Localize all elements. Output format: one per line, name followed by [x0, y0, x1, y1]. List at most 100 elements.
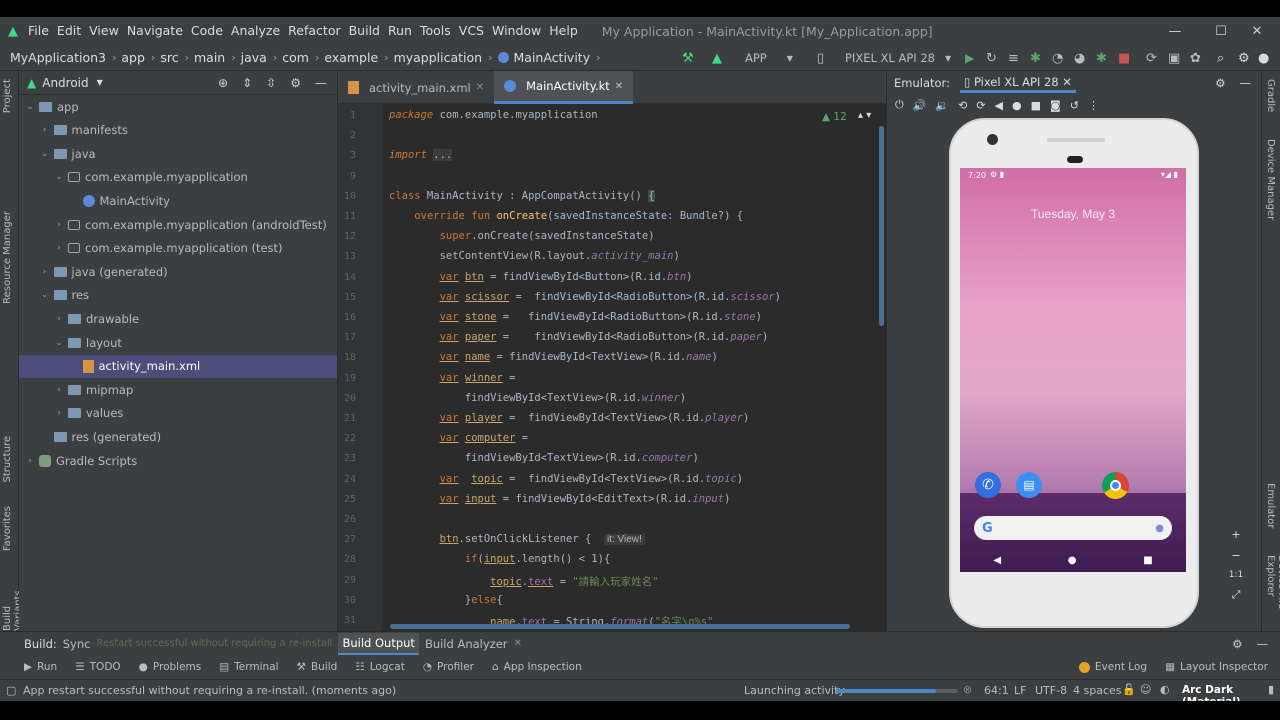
inspector-icon[interactable]: ☺: [1140, 683, 1151, 696]
tool-window-run[interactable]: ▶ Run: [24, 661, 57, 673]
tree-item[interactable]: ⌄ java: [19, 142, 337, 165]
zoom-in-button[interactable]: +: [1231, 528, 1240, 541]
tree-item[interactable]: › java (generated): [19, 260, 337, 283]
breadcrumb-item[interactable]: myapplication: [394, 50, 483, 65]
caret-position[interactable]: 64:1: [984, 684, 1009, 697]
breadcrumb-item[interactable]: app: [121, 50, 145, 65]
file-encoding[interactable]: UTF-8: [1035, 684, 1067, 697]
collapsed-arrow-icon[interactable]: ›: [53, 385, 65, 395]
tree-item[interactable]: ⌄ com.example.myapplication: [19, 166, 337, 189]
tree-item[interactable]: res (generated): [19, 425, 337, 448]
tab-build-output[interactable]: Build Output: [338, 632, 419, 655]
collapsed-arrow-icon[interactable]: ›: [53, 220, 65, 230]
volume-down-icon[interactable]: 🔉: [935, 99, 949, 112]
tool-window-todo[interactable]: ☰ TODO: [75, 661, 120, 673]
code-line[interactable]: topic.text = "請輸入玩家姓名": [389, 574, 658, 589]
tree-item[interactable]: › mipmap: [19, 378, 337, 401]
gear-icon[interactable]: ⚙: [1215, 76, 1225, 90]
menu-vcs[interactable]: VCS: [455, 17, 488, 45]
code-line[interactable]: findViewById<TextView>(R.id.computer): [389, 452, 699, 464]
more-icon[interactable]: ⋮: [1088, 99, 1099, 112]
android-recents-icon[interactable]: ■: [1143, 555, 1152, 566]
tool-window-logcat[interactable]: ☷ Logcat: [355, 661, 405, 673]
line-separator[interactable]: LF: [1014, 684, 1026, 697]
camera-icon[interactable]: ◙: [1050, 99, 1061, 112]
code-line[interactable]: package com.example.myapplication: [389, 109, 598, 121]
close-tab-icon[interactable]: ✕: [514, 638, 522, 649]
menu-code[interactable]: Code: [187, 17, 227, 45]
menu-view[interactable]: View: [85, 17, 123, 45]
tree-item[interactable]: MainActivity: [19, 189, 337, 212]
power-icon[interactable]: ⏻: [895, 98, 904, 112]
collapsed-arrow-icon[interactable]: ›: [53, 408, 65, 418]
tree-item[interactable]: › Gradle Scripts: [19, 449, 337, 472]
stripe-device-manager[interactable]: Device Manager: [1265, 139, 1276, 220]
tree-item[interactable]: › manifests: [19, 119, 337, 142]
account-icon[interactable]: ●: [1258, 48, 1269, 68]
tab-mainactivity-kt[interactable]: MainActivity.kt ✕: [494, 71, 634, 104]
code-line[interactable]: if(input.length() < 1){: [389, 553, 610, 565]
home-icon[interactable]: ●: [1012, 99, 1022, 112]
event-log-button[interactable]: Event Log: [1078, 661, 1147, 673]
breadcrumb-item[interactable]: src: [160, 50, 178, 65]
expanded-arrow-icon[interactable]: ⌄: [39, 290, 51, 300]
collapsed-arrow-icon[interactable]: ›: [53, 243, 65, 253]
expand-all-icon[interactable]: ⇕: [242, 76, 252, 90]
expanded-arrow-icon[interactable]: ⌄: [53, 172, 65, 182]
code-line[interactable]: var scissor = findViewById<RadioButton>(…: [389, 291, 781, 303]
stripe-project[interactable]: Project: [2, 79, 13, 113]
lock-icon[interactable]: 🔓: [1122, 683, 1136, 696]
expanded-arrow-icon[interactable]: ⌄: [24, 102, 36, 112]
expanded-arrow-icon[interactable]: ⌄: [53, 338, 65, 348]
code-editor[interactable]: [382, 104, 876, 631]
sdk-manager-icon[interactable]: ✿: [1190, 48, 1201, 68]
gear-icon[interactable]: ⚙: [290, 76, 301, 90]
collapsed-arrow-icon[interactable]: ›: [39, 125, 51, 135]
breadcrumb-item[interactable]: example: [324, 50, 378, 65]
messages-app-icon[interactable]: ▤: [1016, 472, 1042, 498]
menu-navigate[interactable]: Navigate: [123, 17, 187, 45]
debug-icon[interactable]: ✱: [1030, 48, 1041, 68]
tool-window-build[interactable]: ⚒ Build: [297, 661, 338, 673]
code-line[interactable]: var computer =: [389, 432, 529, 444]
tool-window-problems[interactable]: ● Problems: [139, 661, 202, 673]
stop-icon[interactable]: ■: [1118, 48, 1130, 68]
status-message[interactable]: App restart successful without requiring…: [23, 684, 396, 697]
menu-refactor[interactable]: Refactor: [284, 17, 344, 45]
tree-item[interactable]: ⌄ app: [19, 95, 337, 118]
code-line[interactable]: var btn = findViewById<Button>(R.id.btn): [389, 271, 693, 283]
tree-item[interactable]: › values: [19, 402, 337, 425]
rotate-right-icon[interactable]: ⟳: [976, 99, 985, 112]
close-window-button[interactable]: ✕: [1234, 17, 1280, 45]
tree-item[interactable]: › drawable: [19, 307, 337, 330]
hide-panel-icon[interactable]: —: [315, 76, 327, 90]
project-view-select[interactable]: Android: [42, 76, 88, 90]
menu-help[interactable]: Help: [545, 17, 582, 45]
settings-icon[interactable]: ⚙: [1238, 48, 1250, 68]
apply-code-icon[interactable]: ≡: [1008, 48, 1019, 68]
editor-horizontal-scrollbar[interactable]: [390, 624, 850, 629]
scroll-thumb[interactable]: [879, 126, 884, 326]
stripe-device-file-explorer[interactable]: Device File Explorer: [1265, 555, 1280, 631]
phone-screen[interactable]: 7:20 ⚙ ▮ ▾◢ ▮ Tuesday, May 3 ✆ ▤ G ● ◀ ● ■: [960, 168, 1186, 572]
collapsed-arrow-icon[interactable]: ›: [39, 267, 51, 277]
layout-inspector-button[interactable]: ▦ Layout Inspector: [1165, 661, 1268, 673]
code-line[interactable]: var stone = findViewById<RadioButton>(R.…: [389, 311, 762, 323]
stripe-structure[interactable]: Structure: [2, 436, 13, 483]
tab-sync[interactable]: Sync: [63, 637, 91, 651]
zoom-actual-button[interactable]: 1:1: [1229, 570, 1243, 580]
tool-window-terminal[interactable]: ▤ Terminal: [219, 661, 278, 673]
volume-up-icon[interactable]: 🔊: [913, 99, 927, 112]
stripe-favorites[interactable]: Favorites: [2, 506, 13, 551]
expanded-arrow-icon[interactable]: ⌄: [39, 149, 51, 159]
stripe-emulator[interactable]: Emulator: [1265, 483, 1276, 528]
tree-item[interactable]: › com.example.myapplication (test): [19, 237, 337, 260]
phone-app-icon[interactable]: ✆: [975, 472, 1001, 498]
code-line[interactable]: class MainActivity : AppCompatActivity()…: [389, 189, 655, 202]
menu-analyze[interactable]: Analyze: [227, 17, 284, 45]
close-tab-icon[interactable]: ✕: [476, 82, 484, 93]
android-back-icon[interactable]: ◀: [993, 555, 1001, 566]
breadcrumb-item[interactable]: MainActivity: [514, 50, 591, 65]
google-search-bar[interactable]: G ●: [974, 516, 1172, 540]
collapsed-arrow-icon[interactable]: ›: [53, 314, 65, 324]
